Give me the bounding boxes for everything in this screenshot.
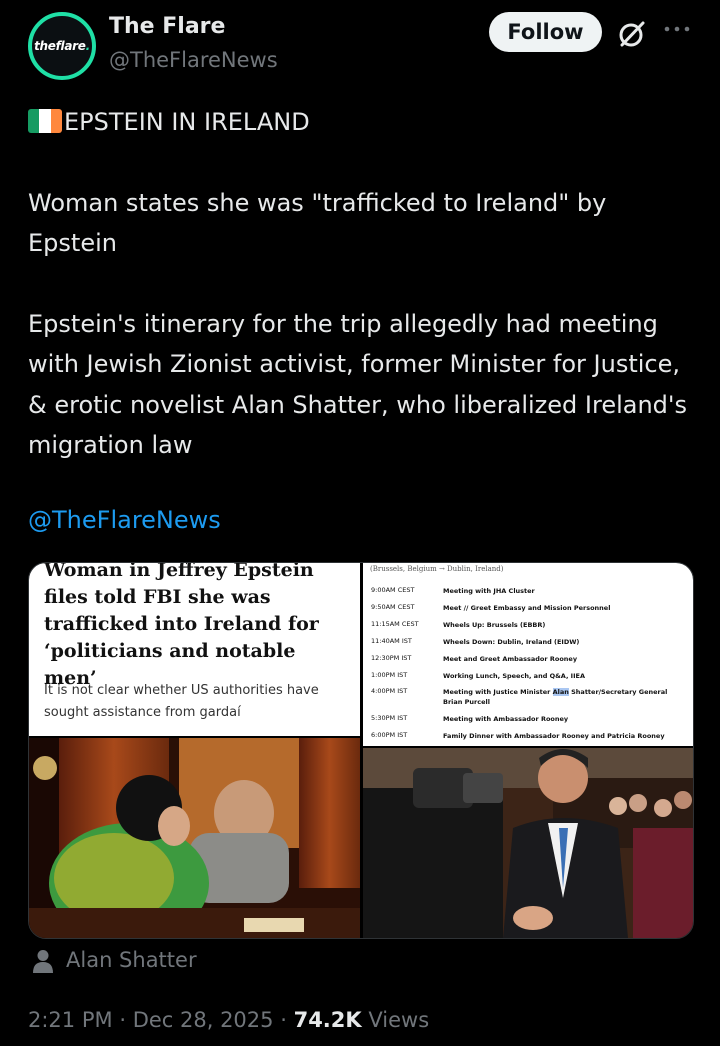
photo-illustration — [29, 738, 360, 938]
meta-separator: · — [280, 1008, 287, 1032]
follow-button[interactable]: Follow — [489, 12, 602, 52]
meta-separator: · — [119, 1008, 126, 1032]
article-screenshot[interactable]: Woman in Jeffrey Epstein files told FBI … — [29, 563, 360, 736]
article-subhead: It is not clear whether US authorities h… — [44, 683, 319, 720]
photo-epstein-dinner[interactable] — [29, 738, 360, 938]
tweet-text: EPSTEIN IN IRELAND Woman states she was … — [28, 102, 700, 466]
tweet-paragraph-1: Woman states she was "trafficked to Irel… — [28, 188, 607, 258]
itinerary-screenshot[interactable]: (Brussels, Belgium → Dublin, Ireland) 9:… — [363, 563, 693, 746]
tweet-title: EPSTEIN IN IRELAND — [64, 108, 310, 136]
itinerary-header: (Brussels, Belgium → Dublin, Ireland) — [370, 565, 504, 573]
tagged-person-label[interactable]: Alan Shatter — [66, 948, 197, 972]
avatar-logo-text: theflare. — [34, 39, 90, 53]
person-icon — [33, 950, 53, 973]
tweet-paragraph-2: Epstein's itinerary for the trip alleged… — [28, 309, 688, 460]
tweet-title-line: EPSTEIN IN IRELAND — [28, 102, 700, 143]
tweet-time[interactable]: 2:21 PM — [28, 1008, 113, 1032]
ireland-flag-icon — [28, 109, 62, 133]
tweet-meta: 2:21 PM · Dec 28, 2025 · 74.2K Views — [28, 1008, 429, 1032]
photo-illustration — [363, 748, 693, 938]
more-options-icon[interactable] — [662, 22, 692, 36]
display-name[interactable]: The Flare — [109, 14, 225, 39]
views-label: Views — [368, 1008, 430, 1032]
photo-alan-shatter[interactable] — [363, 748, 693, 938]
avatar[interactable]: theflare. — [28, 12, 96, 80]
tweet-date[interactable]: Dec 28, 2025 — [133, 1008, 274, 1032]
mention-link[interactable]: @TheFlareNews — [28, 506, 221, 534]
media-grid[interactable]: Woman in Jeffrey Epstein files told FBI … — [28, 562, 694, 939]
article-headline: Woman in Jeffrey Epstein files told FBI … — [44, 563, 319, 689]
user-handle[interactable]: @TheFlareNews — [109, 48, 278, 72]
views-count[interactable]: 74.2K — [294, 1008, 362, 1032]
highlighted-name: Alan — [552, 688, 569, 696]
grok-icon[interactable] — [616, 18, 648, 50]
